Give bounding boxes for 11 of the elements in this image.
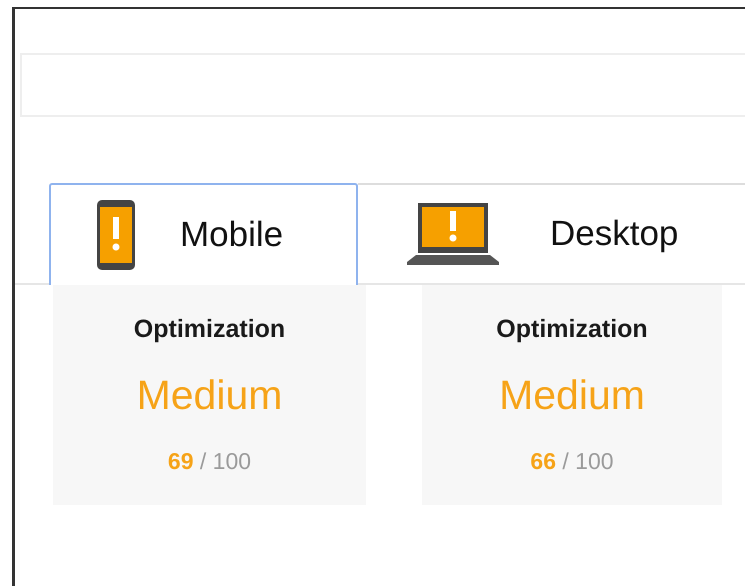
rating-text: Medium (136, 372, 282, 418)
score-max: / 100 (200, 448, 252, 474)
laptop-warning-icon (406, 202, 500, 266)
score-value: 69 (168, 448, 194, 474)
card-title: Optimization (495, 314, 649, 345)
device-tab[interactable]: Mobile (49, 183, 358, 285)
phone-warning-icon (96, 199, 136, 271)
score-max: / 100 (562, 448, 614, 474)
rating-text: Medium (499, 372, 645, 418)
score-value: 66 (530, 448, 556, 474)
card-title: Optimization (132, 314, 286, 345)
